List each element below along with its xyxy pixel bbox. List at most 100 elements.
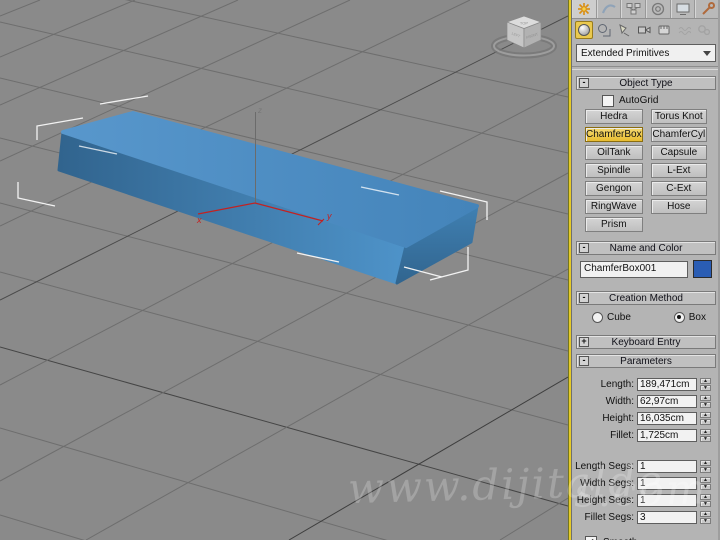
tab-create[interactable] (572, 0, 597, 18)
object-name-field[interactable]: ChamferBox001 (580, 260, 688, 278)
radio-circle (592, 311, 603, 323)
length-segs-spinner[interactable]: ▲ ▼ (700, 460, 711, 473)
rollout-object-type[interactable]: - Object Type (576, 76, 716, 90)
spinner-down-icon[interactable]: ▼ (700, 484, 711, 490)
fillet-segs-field[interactable]: 3 (637, 511, 697, 524)
button-l-ext[interactable]: L-Ext (650, 163, 707, 178)
button-torus-knot[interactable]: Torus Knot (650, 109, 707, 124)
button-ringwave[interactable]: RingWave (585, 199, 643, 214)
button-chamfercyl[interactable]: ChamferCyl (650, 127, 707, 142)
category-geometry[interactable] (575, 21, 593, 39)
rollout-parameters[interactable]: - Parameters (576, 354, 716, 368)
param-label: Width: (605, 396, 634, 407)
param-height-segs: Height Segs: 1 ▲ ▼ (572, 494, 711, 507)
button-oiltank[interactable]: OilTank (585, 145, 643, 160)
collapse-toggle[interactable]: + (579, 337, 589, 347)
z-axis-label: z (257, 106, 262, 115)
fillet-spinner[interactable]: ▲ ▼ (700, 429, 711, 442)
height-field[interactable]: 16,035cm (637, 412, 697, 425)
home-grid (0, 0, 569, 540)
viewcube-top-label: TOP (520, 21, 528, 26)
perspective-viewport[interactable]: z x y TOP LEFT FRONT www.dijitalde (0, 0, 665, 540)
tab-display[interactable] (670, 0, 696, 18)
viewcube[interactable]: TOP LEFT FRONT (491, 15, 557, 59)
collapse-toggle[interactable]: - (579, 78, 589, 88)
object-color-swatch[interactable] (693, 260, 712, 278)
spinner-down-icon[interactable]: ▼ (700, 436, 711, 442)
spinner-down-icon[interactable]: ▼ (700, 419, 711, 425)
category-shapes[interactable] (595, 21, 613, 39)
lights-icon (619, 24, 630, 37)
param-fillet-segs: Fillet Segs: 3 ▲ ▼ (572, 511, 711, 524)
button-hose[interactable]: Hose (650, 199, 707, 214)
category-systems[interactable] (695, 21, 713, 39)
autogrid-label: AutoGrid (619, 95, 659, 106)
collapse-toggle[interactable]: - (579, 293, 589, 303)
button-capsule[interactable]: Capsule (650, 145, 707, 160)
viewport-scene: z x y TOP LEFT FRONT (0, 0, 569, 540)
rollout-title: Object Type (619, 77, 673, 89)
button-prism[interactable]: Prism (585, 217, 643, 232)
chamferbox-object[interactable] (57, 111, 479, 285)
spinner-up-icon[interactable]: ▲ (700, 378, 711, 384)
smooth-row: Smooth (585, 536, 720, 540)
rollout-title: Name and Color (609, 242, 683, 254)
width-segs-spinner[interactable]: ▲ ▼ (700, 477, 711, 490)
spinner-up-icon[interactable]: ▲ (700, 511, 711, 517)
rollout-keyboard-entry[interactable]: + Keyboard Entry (576, 335, 716, 349)
spinner-up-icon[interactable]: ▲ (700, 460, 711, 466)
smooth-checkbox[interactable] (585, 536, 597, 540)
spinner-up-icon[interactable]: ▲ (700, 412, 711, 418)
radio-label: Cube (607, 311, 631, 323)
fillet-segs-spinner[interactable]: ▲ ▼ (700, 511, 711, 524)
smooth-label: Smooth (603, 537, 637, 540)
category-space-warps[interactable] (675, 21, 693, 39)
object-type-buttons: Hedra Torus Knot ChamferBox ChamferCyl O… (585, 109, 707, 232)
spinner-down-icon[interactable]: ▼ (700, 518, 711, 524)
radio-cube[interactable]: Cube (592, 311, 631, 323)
autogrid-checkbox[interactable] (602, 94, 614, 107)
length-field[interactable]: 189,471cm (637, 378, 697, 391)
category-cameras[interactable] (635, 21, 653, 39)
button-spindle[interactable]: Spindle (585, 163, 643, 178)
category-helpers[interactable] (655, 21, 673, 39)
subcategory-dropdown[interactable]: Extended Primitives (576, 44, 716, 62)
spinner-up-icon[interactable]: ▲ (700, 429, 711, 435)
spinner-up-icon[interactable]: ▲ (700, 494, 711, 500)
collapse-toggle[interactable]: - (579, 356, 589, 366)
collapse-toggle[interactable]: - (579, 243, 589, 253)
height-segs-spinner[interactable]: ▲ ▼ (700, 494, 711, 507)
length-spinner[interactable]: ▲ ▼ (700, 378, 711, 391)
width-spinner[interactable]: ▲ ▼ (700, 395, 711, 408)
create-categories (572, 19, 720, 41)
spinner-down-icon[interactable]: ▼ (700, 467, 711, 473)
button-c-ext[interactable]: C-Ext (650, 181, 707, 196)
hierarchy-icon (626, 3, 641, 15)
spinner-down-icon[interactable]: ▼ (700, 402, 711, 408)
fillet-field[interactable]: 1,725cm (637, 429, 697, 442)
button-chamferbox[interactable]: ChamferBox (585, 127, 643, 142)
tab-hierarchy[interactable] (621, 0, 647, 18)
tab-utilities[interactable] (695, 0, 720, 18)
width-segs-field[interactable]: 1 (637, 477, 697, 490)
spinner-up-icon[interactable]: ▲ (700, 477, 711, 483)
spinner-down-icon[interactable]: ▼ (700, 385, 711, 391)
x-axis-label: x (196, 215, 202, 225)
radio-box[interactable]: Box (673, 311, 706, 323)
width-field[interactable]: 62,97cm (637, 395, 697, 408)
spinner-down-icon[interactable]: ▼ (700, 501, 711, 507)
spinner-up-icon[interactable]: ▲ (700, 395, 711, 401)
rollout-title: Keyboard Entry (611, 336, 681, 348)
rollout-name-and-color[interactable]: - Name and Color (576, 241, 716, 255)
tab-modify[interactable] (596, 0, 622, 18)
tab-motion[interactable] (646, 0, 671, 18)
command-panel: Extended Primitives - Object Type AutoGr… (571, 0, 720, 540)
category-lights[interactable] (615, 21, 633, 39)
height-segs-field[interactable]: 1 (637, 494, 697, 507)
rollout-creation-method[interactable]: - Creation Method (576, 291, 716, 305)
height-spinner[interactable]: ▲ ▼ (700, 412, 711, 425)
button-gengon[interactable]: Gengon (585, 181, 643, 196)
button-hedra[interactable]: Hedra (585, 109, 643, 124)
param-length-segs: Length Segs: 1 ▲ ▼ (572, 460, 711, 473)
length-segs-field[interactable]: 1 (637, 460, 697, 473)
